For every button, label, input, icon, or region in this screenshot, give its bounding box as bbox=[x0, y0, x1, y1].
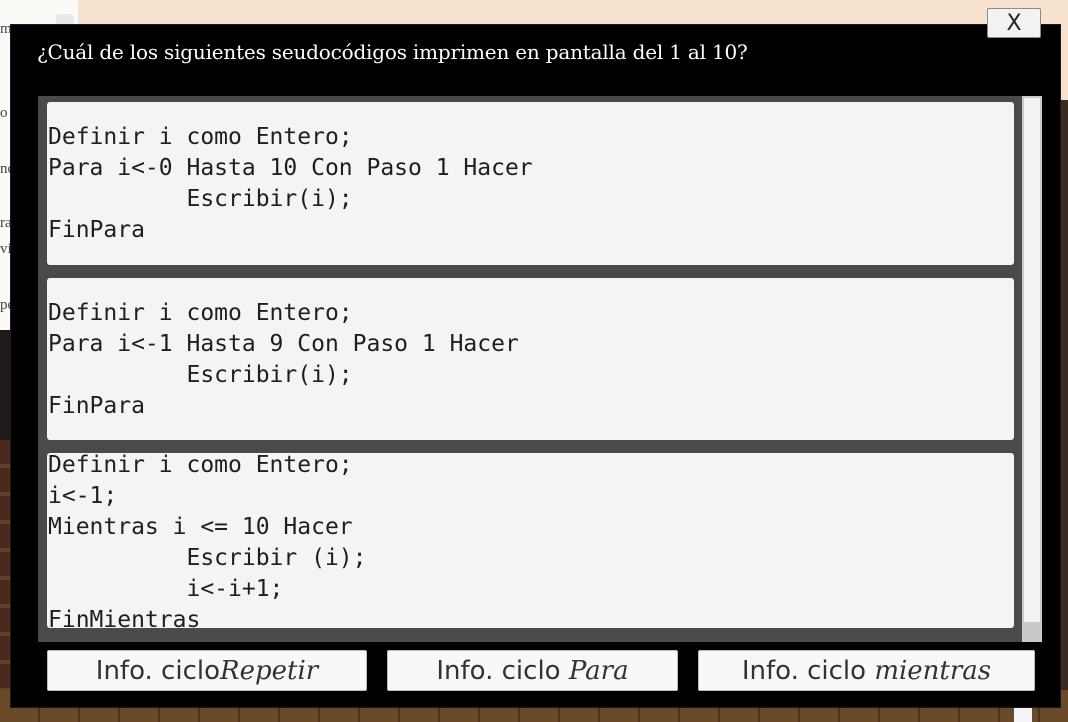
info-para-emphasis: Para bbox=[568, 655, 629, 686]
info-repetir-emphasis: Repetir bbox=[220, 655, 319, 686]
pseudocode-block: Definir i como Entero; Para i<-1 Hasta 9… bbox=[48, 300, 519, 419]
pseudocode-block: Definir i como Entero; i<-1; Mientras i … bbox=[48, 453, 367, 628]
cursor-icon bbox=[1014, 708, 1032, 722]
question-text: ¿Cuál de los siguientes seudocódigos imp… bbox=[37, 40, 748, 64]
pseudocode-block: Definir i como Entero; Para i<-0 Hasta 1… bbox=[48, 124, 533, 243]
info-mientras-prefix: Info. ciclo bbox=[741, 655, 875, 686]
info-mientras-button[interactable]: Info. ciclo mientras bbox=[698, 650, 1035, 691]
info-repetir-prefix: Info. ciclo bbox=[95, 655, 221, 686]
close-button[interactable]: X bbox=[987, 8, 1041, 38]
info-mientras-emphasis: mientras bbox=[874, 655, 992, 686]
info-para-button[interactable]: Info. ciclo Para bbox=[387, 650, 678, 691]
answer-option-2[interactable]: Definir i como Entero; Para i<-1 Hasta 9… bbox=[47, 278, 1014, 440]
answer-option-1[interactable]: Definir i como Entero; Para i<-0 Hasta 1… bbox=[47, 102, 1014, 265]
options-scrollbar-thumb[interactable] bbox=[1024, 98, 1040, 622]
info-para-prefix: Info. ciclo bbox=[436, 655, 569, 686]
answer-option-3[interactable]: Definir i como Entero; i<-1; Mientras i … bbox=[47, 453, 1014, 628]
info-repetir-button[interactable]: Info. ciclo Repetir bbox=[47, 650, 367, 691]
